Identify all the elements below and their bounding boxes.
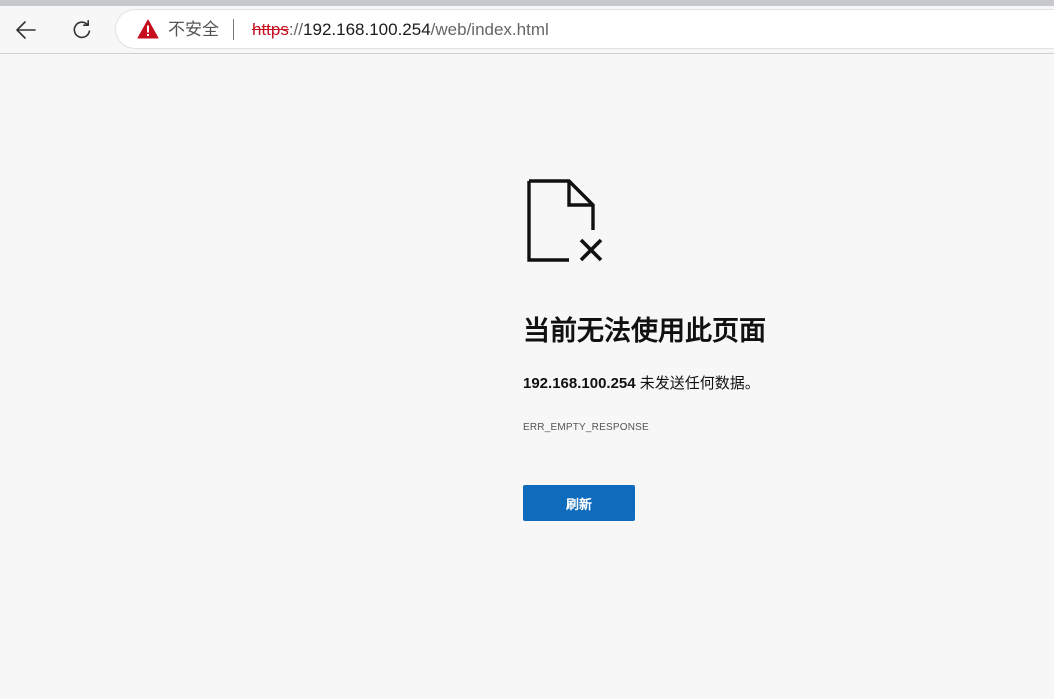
address-bar[interactable]: 不安全 https://192.168.100.254/web/index.ht… [116,10,1054,48]
url-text[interactable]: https://192.168.100.254/web/index.html [252,20,549,39]
security-status-label[interactable]: 不安全 [168,20,219,39]
error-host: 192.168.100.254 [523,375,636,392]
refresh-icon [73,20,91,39]
reload-button[interactable]: 刷新 [523,485,635,521]
error-code: ERR_EMPTY_RESPONSE [523,422,649,433]
arrow-left-icon [16,21,36,39]
browser-toolbar: 不安全 https://192.168.100.254/web/index.ht… [0,6,1054,54]
refresh-button[interactable] [64,12,100,48]
error-title: 当前无法使用此页面 [523,316,766,346]
url-host: 192.168.100.254 [303,20,431,39]
back-button[interactable] [8,12,44,48]
url-path: /web/index.html [430,20,549,39]
error-message: 192.168.100.254 未发送任何数据。 [523,374,760,394]
address-separator [233,19,234,40]
file-error-icon [525,178,607,273]
error-message-text: 未发送任何数据。 [635,375,760,392]
warning-triangle-icon[interactable] [137,19,159,44]
url-scheme: https [252,20,289,39]
url-scheme-separator: :// [288,20,304,39]
